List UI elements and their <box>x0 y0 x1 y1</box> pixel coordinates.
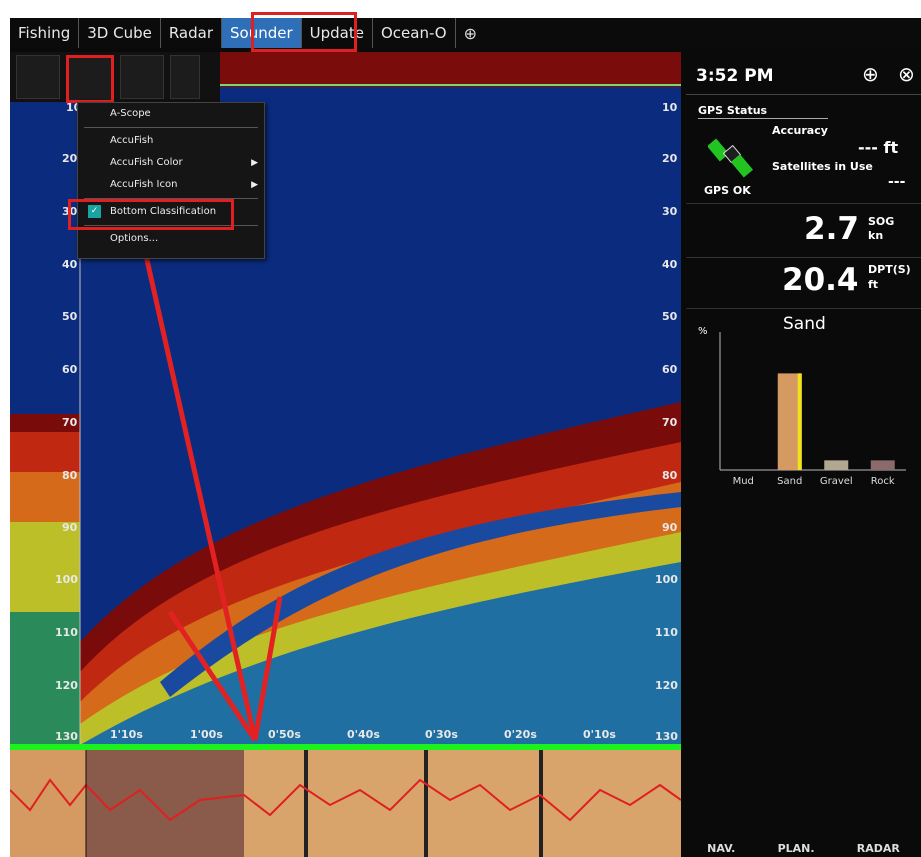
bottom-classification-chart: Mud Sand Gravel Rock <box>719 332 906 487</box>
menu-item-a-scope[interactable]: A-Scope <box>78 103 264 125</box>
time-label-0-50: 0'50s <box>268 728 301 741</box>
sog-label: SOG <box>868 215 895 228</box>
satellite-icon <box>708 138 754 178</box>
add-icon[interactable]: ⊕ <box>862 62 879 86</box>
tab-fishing[interactable]: Fishing <box>10 18 80 48</box>
depth-left-20: 20 <box>62 152 78 165</box>
depth-right-10: 10 <box>662 101 678 114</box>
footer-tabs: NAV. PLAN. RADAR <box>686 840 921 857</box>
tab-3d-cube[interactable]: 3D Cube <box>79 18 161 48</box>
bar-gravel <box>824 460 849 470</box>
depth-left-130: 130 <box>55 730 78 743</box>
tab-ocean-o[interactable]: Ocean-O <box>373 18 456 48</box>
menu-item-accufish-color[interactable]: AccuFish Color ▶ <box>78 152 264 174</box>
depth-left-120: 120 <box>55 679 78 692</box>
sog-value: 2.7 <box>804 211 859 247</box>
label-gravel: Gravel <box>820 476 853 487</box>
depth-right-130: 130 <box>655 730 678 743</box>
accuracy-label: Accuracy <box>772 124 828 137</box>
highlight-bottom-classification <box>68 199 234 230</box>
depth-label: DPT(S) <box>868 263 911 276</box>
time-label-0-30: 0'30s <box>425 728 458 741</box>
tab-radar[interactable]: Radar <box>161 18 222 48</box>
depth-right-80: 80 <box>662 469 678 482</box>
sounder-toolbar <box>10 52 220 103</box>
menu-item-accufish[interactable]: AccuFish <box>78 130 264 152</box>
accuracy-value: --- ft <box>858 138 899 157</box>
bottom-classification-strip <box>10 750 681 857</box>
depth-right-70: 70 <box>662 416 678 429</box>
footer-nav-tab[interactable]: NAV. <box>707 842 735 855</box>
depth-left-60: 60 <box>62 363 78 376</box>
label-mud: Mud <box>733 476 754 487</box>
depth-right-20: 20 <box>662 152 678 165</box>
time-label-1-00: 1'00s <box>190 728 223 741</box>
sounder-mode-icon[interactable] <box>16 55 60 99</box>
submenu-arrow-icon: ▶ <box>251 158 258 168</box>
menu-item-options[interactable]: Options... <box>78 228 264 250</box>
depth-unit: ft <box>868 278 879 291</box>
label-rock: Rock <box>871 476 895 487</box>
depth-right-30: 30 <box>662 205 678 218</box>
depth-value: 20.4 <box>782 262 859 298</box>
gps-ok-label: GPS OK <box>704 184 751 197</box>
depth-left-80: 80 <box>62 469 78 482</box>
depth-right-40: 40 <box>662 258 678 271</box>
depth-left-90: 90 <box>62 521 78 534</box>
time-label-0-40: 0'40s <box>347 728 380 741</box>
footer-plan-tab[interactable]: PLAN. <box>778 842 815 855</box>
bar-sand-highlight <box>797 373 802 470</box>
satellites-value: --- <box>888 174 906 190</box>
gear-icon[interactable] <box>170 55 200 99</box>
depth-left-40: 40 <box>62 258 78 271</box>
highlight-sounder-tab <box>251 12 357 52</box>
depth-right-90: 90 <box>662 521 678 534</box>
sounder-menu: A-Scope AccuFish AccuFish Color ▶ AccuFis… <box>77 102 265 259</box>
data-panel: 3:52 PM ⊕ ⊗ GPS Status Accuracy --- ft S… <box>686 58 921 488</box>
depth-left-110: 110 <box>55 626 78 639</box>
label-sand: Sand <box>777 476 802 487</box>
satellites-label: Satellites in Use <box>772 160 873 173</box>
bottom-classification-tool-icon[interactable] <box>66 55 114 103</box>
menu-item-accufish-icon[interactable]: AccuFish Icon ▶ <box>78 174 264 196</box>
time-label-0-20: 0'20s <box>504 728 537 741</box>
submenu-arrow-icon: ▶ <box>251 180 258 190</box>
dual-frequency-icon[interactable] <box>120 55 164 99</box>
bar-rock <box>870 460 895 470</box>
footer-radar-tab[interactable]: RADAR <box>857 842 900 855</box>
gps-status-label: GPS Status <box>698 104 768 117</box>
time-label-1-10: 1'10s <box>110 728 143 741</box>
time-label-0-10: 0'10s <box>583 728 616 741</box>
clock: 3:52 PM <box>696 66 774 86</box>
add-tab-icon[interactable]: ⊕ <box>456 18 485 48</box>
depth-right-100: 100 <box>655 573 678 586</box>
tab-bar: Fishing 3D Cube Radar Sounder Update Oce… <box>10 18 921 48</box>
depth-left-50: 50 <box>62 310 78 323</box>
close-icon[interactable]: ⊗ <box>898 62 915 86</box>
depth-right-60: 60 <box>662 363 678 376</box>
depth-right-50: 50 <box>662 310 678 323</box>
bottom-classification-graph <box>10 750 681 857</box>
depth-left-100: 100 <box>55 573 78 586</box>
sog-unit: kn <box>868 229 884 242</box>
depth-left-70: 70 <box>62 416 78 429</box>
depth-right-110: 110 <box>655 626 678 639</box>
depth-right-120: 120 <box>655 679 678 692</box>
